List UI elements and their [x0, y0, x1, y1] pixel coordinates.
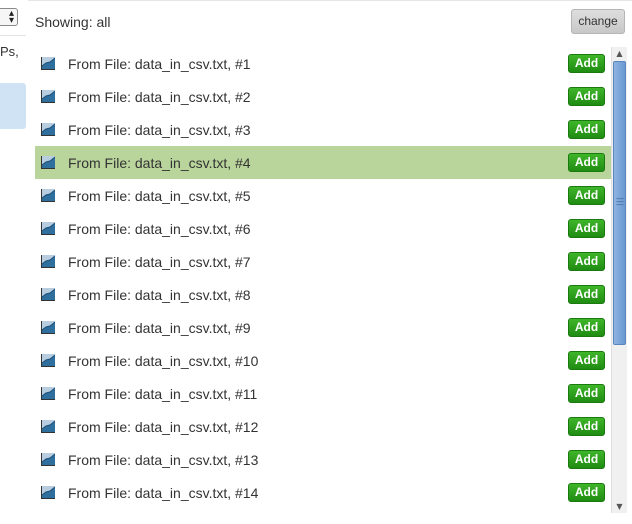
list-item[interactable]: From File: data_in_csv.txt, #1 Add — [35, 47, 611, 80]
list-item-label: From File: data_in_csv.txt, #13 — [68, 452, 259, 468]
add-button[interactable]: Add — [568, 384, 605, 403]
series-list: From File: data_in_csv.txt, #1 Add From Fi… — [35, 47, 611, 513]
add-button[interactable]: Add — [568, 120, 605, 139]
list-item-label: From File: data_in_csv.txt, #14 — [68, 485, 259, 501]
up-down-arrows-icon: ▴ ▾ — [8, 8, 14, 26]
line-chart-icon — [41, 420, 55, 433]
add-button[interactable]: Add — [568, 351, 605, 370]
add-button[interactable]: Add — [568, 87, 605, 106]
list-item-label: From File: data_in_csv.txt, #2 — [68, 89, 251, 105]
left-panel: ▴ ▾ Ps, — [0, 0, 28, 524]
grip-icon: — — — — [616, 194, 624, 209]
left-select-dropdown[interactable]: ▴ ▾ — [0, 8, 18, 26]
change-filter-button[interactable]: change — [571, 9, 625, 34]
showing-filter-label: Showing: all — [35, 14, 111, 30]
add-button[interactable]: Add — [568, 219, 605, 238]
list-item-label: From File: data_in_csv.txt, #4 — [68, 155, 251, 171]
left-divider — [0, 35, 26, 36]
list-item-label: From File: data_in_csv.txt, #6 — [68, 221, 251, 237]
list-item[interactable]: From File: data_in_csv.txt, #10 Add — [35, 344, 611, 377]
scroll-up-arrow-icon[interactable]: ▲ — [612, 47, 627, 60]
line-chart-icon — [41, 387, 55, 400]
list-item-label: From File: data_in_csv.txt, #7 — [68, 254, 251, 270]
list-item[interactable]: From File: data_in_csv.txt, #7 Add — [35, 245, 611, 278]
list-item[interactable]: From File: data_in_csv.txt, #5 Add — [35, 179, 611, 212]
add-button[interactable]: Add — [568, 285, 605, 304]
list-item[interactable]: From File: data_in_csv.txt, #13 Add — [35, 443, 611, 476]
line-chart-icon — [41, 189, 55, 202]
add-button[interactable]: Add — [568, 153, 605, 172]
list-item-label: From File: data_in_csv.txt, #5 — [68, 188, 251, 204]
list-item[interactable]: From File: data_in_csv.txt, #12 Add — [35, 410, 611, 443]
top-divider — [28, 0, 632, 1]
list-scrollbar[interactable]: ▲ — — — ▼ — [611, 47, 627, 513]
add-button[interactable]: Add — [568, 450, 605, 469]
scroll-thumb[interactable]: — — — — [613, 61, 626, 345]
line-chart-icon — [41, 321, 55, 334]
list-item-label: From File: data_in_csv.txt, #3 — [68, 122, 251, 138]
list-item-label: From File: data_in_csv.txt, #1 — [68, 56, 251, 72]
add-button[interactable]: Add — [568, 318, 605, 337]
list-item[interactable]: From File: data_in_csv.txt, #4 Add — [35, 146, 611, 179]
add-button[interactable]: Add — [568, 186, 605, 205]
line-chart-icon — [41, 486, 55, 499]
line-chart-icon — [41, 222, 55, 235]
line-chart-icon — [41, 156, 55, 169]
list-item[interactable]: From File: data_in_csv.txt, #3 Add — [35, 113, 611, 146]
line-chart-icon — [41, 255, 55, 268]
list-item-label: From File: data_in_csv.txt, #9 — [68, 320, 251, 336]
line-chart-icon — [41, 90, 55, 103]
scroll-down-arrow-icon[interactable]: ▼ — [612, 500, 627, 513]
add-button[interactable]: Add — [568, 417, 605, 436]
list-item[interactable]: From File: data_in_csv.txt, #8 Add — [35, 278, 611, 311]
line-chart-icon — [41, 354, 55, 367]
line-chart-icon — [41, 288, 55, 301]
list-item[interactable]: From File: data_in_csv.txt, #6 Add — [35, 212, 611, 245]
list-item[interactable]: From File: data_in_csv.txt, #2 Add — [35, 80, 611, 113]
list-item[interactable]: From File: data_in_csv.txt, #11 Add — [35, 377, 611, 410]
list-item-label: From File: data_in_csv.txt, #8 — [68, 287, 251, 303]
left-highlighted-item[interactable] — [0, 83, 26, 129]
add-button[interactable]: Add — [568, 252, 605, 271]
line-chart-icon — [41, 57, 55, 70]
add-button[interactable]: Add — [568, 483, 605, 502]
list-item-label: From File: data_in_csv.txt, #10 — [68, 353, 259, 369]
line-chart-icon — [41, 123, 55, 136]
add-button[interactable]: Add — [568, 54, 605, 73]
line-chart-icon — [41, 453, 55, 466]
list-item-label: From File: data_in_csv.txt, #11 — [68, 386, 258, 402]
list-item[interactable]: From File: data_in_csv.txt, #14 Add — [35, 476, 611, 509]
left-partial-text: Ps, — [0, 44, 19, 59]
list-item[interactable]: From File: data_in_csv.txt, #9 Add — [35, 311, 611, 344]
list-item-label: From File: data_in_csv.txt, #12 — [68, 419, 259, 435]
